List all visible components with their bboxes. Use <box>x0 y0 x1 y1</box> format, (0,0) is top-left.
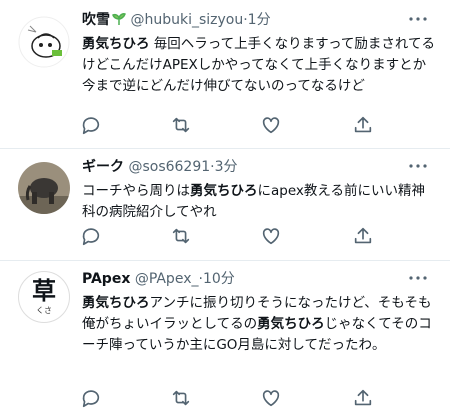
display-name[interactable]: PApex <box>82 271 130 287</box>
share-icon[interactable] <box>352 387 376 411</box>
more-options-icon[interactable] <box>404 157 432 177</box>
display-name[interactable]: ギーク <box>82 159 124 175</box>
like-icon[interactable] <box>260 387 284 411</box>
user-handle[interactable]: @PApex_ <box>135 271 199 287</box>
timestamp[interactable]: 10分 <box>203 271 235 287</box>
avatar[interactable] <box>18 162 70 214</box>
avatar-kanji: 草 <box>32 276 56 305</box>
like-icon[interactable] <box>260 225 284 249</box>
text-bold[interactable]: 勇気ちひろ <box>257 316 325 332</box>
tweet-header: ギーク @sos66291·3分 <box>82 157 436 177</box>
tweet[interactable]: 草 くさ PApex @PApex_·10分 勇気ちひろアンチに振り切りそうにな… <box>0 261 450 408</box>
more-options-icon[interactable] <box>404 269 432 289</box>
tweet-text: コーチやら周りは勇気ちひろにapex教える前にいい精神科の病院紹介してやれ <box>82 181 436 223</box>
retweet-icon[interactable] <box>170 225 194 249</box>
text-bold[interactable]: 勇気ちひろ <box>82 36 150 52</box>
avatar-kana: くさ <box>36 306 52 315</box>
tweet-text: 勇気ちひろ 毎回ヘラって上手くなりますって励まされてるけどこんだけAPEXしかや… <box>82 34 436 97</box>
tweet-actions <box>80 114 390 138</box>
timestamp[interactable]: 1分 <box>248 12 271 28</box>
share-icon[interactable] <box>352 225 376 249</box>
tweet-header: PApex @PApex_·10分 <box>82 269 436 289</box>
elephant-photo-icon <box>18 162 70 214</box>
reply-icon[interactable] <box>80 225 104 249</box>
like-icon[interactable] <box>260 114 284 138</box>
seedling-icon <box>112 13 126 25</box>
tweet-actions <box>80 387 390 411</box>
share-icon[interactable] <box>352 114 376 138</box>
tweet-text: 勇気ちひろアンチに振り切りそうになったけど、そもそも俺がちょいイラッとしてるの勇… <box>82 293 436 356</box>
user-handle[interactable]: @sos66291 <box>128 159 210 175</box>
more-options-icon[interactable] <box>404 10 432 30</box>
text-span: コーチやら周りは <box>82 183 190 199</box>
tweet[interactable]: ギーク @sos66291·3分 コーチやら周りは勇気ちひろにapex教える前に… <box>0 149 450 260</box>
avatar-illustration-icon <box>18 16 70 68</box>
text-bold[interactable]: 勇気ちひろ <box>82 295 150 311</box>
reply-icon[interactable] <box>80 387 104 411</box>
text-bold[interactable]: 勇気ちひろ <box>190 183 258 199</box>
retweet-icon[interactable] <box>170 114 194 138</box>
display-name[interactable]: 吹雪 <box>82 12 110 28</box>
timestamp[interactable]: 3分 <box>215 159 238 175</box>
avatar[interactable]: 草 くさ <box>18 271 70 323</box>
avatar[interactable] <box>18 16 70 68</box>
tweet[interactable]: 吹雪 @hubuki_sizyou·1分 勇気ちひろ 毎回ヘラって上手くなります… <box>0 0 450 148</box>
user-handle[interactable]: @hubuki_sizyou <box>130 12 243 28</box>
tweet-actions <box>80 225 390 249</box>
tweet-header: 吹雪 @hubuki_sizyou·1分 <box>82 10 436 30</box>
retweet-icon[interactable] <box>170 387 194 411</box>
timeline: 吹雪 @hubuki_sizyou·1分 勇気ちひろ 毎回ヘラって上手くなります… <box>0 0 450 408</box>
reply-icon[interactable] <box>80 114 104 138</box>
